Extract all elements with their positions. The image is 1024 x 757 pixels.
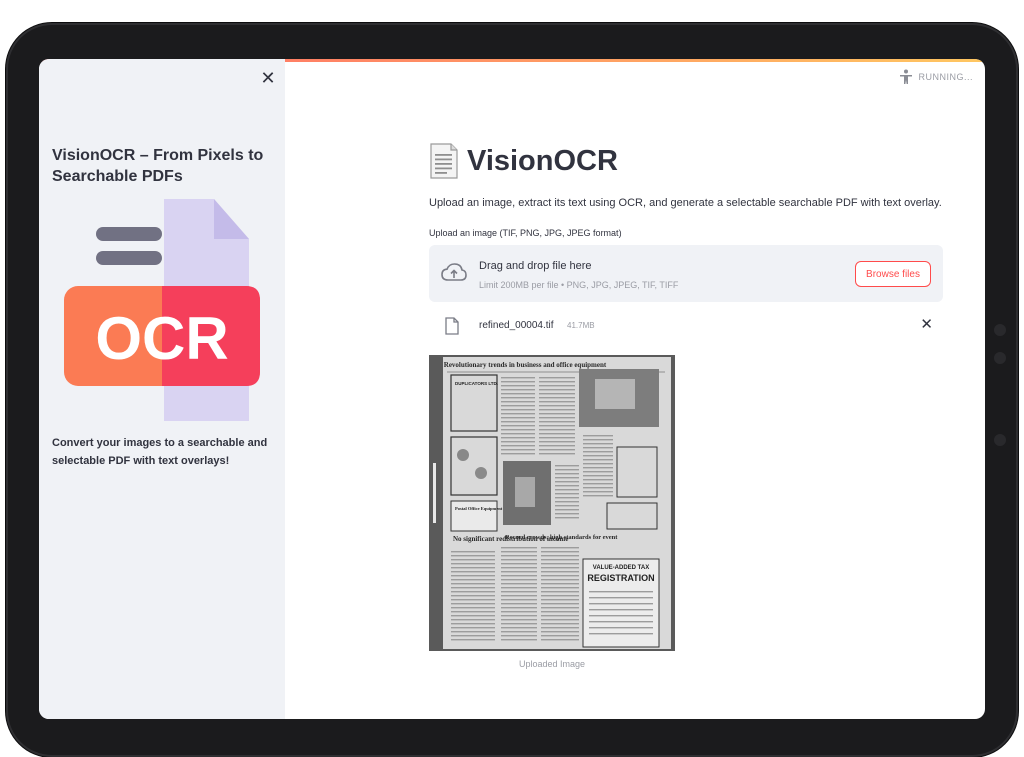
dropzone-limit: Limit 200MB per file • PNG, JPG, JPEG, T… xyxy=(479,280,679,290)
page-title: VisionOCR xyxy=(429,143,618,179)
remove-file-button[interactable]: ✕ xyxy=(920,317,933,332)
sidebar: ✕ VisionOCR – From Pixels to Searchable … xyxy=(39,59,285,719)
cloud-upload-icon xyxy=(441,263,467,281)
file-name: refined_00004.tif xyxy=(479,320,554,331)
sidebar-title: VisionOCR – From Pixels to Searchable PD… xyxy=(52,147,264,185)
main-content: VisionOCR Upload an image, extract its t… xyxy=(429,59,945,719)
newspaper-ad-2: REGISTRATION xyxy=(587,573,654,583)
logo-line-1 xyxy=(96,227,162,241)
upload-label: Upload an image (TIF, PNG, JPG, JPEG for… xyxy=(429,228,622,238)
file-size: 41.7MB xyxy=(567,321,595,330)
ocr-logo: OCR xyxy=(64,199,260,421)
logo-line-2 xyxy=(96,251,162,265)
uploaded-image: Revolutionary trends in business and off… xyxy=(429,355,675,651)
newspaper-headline-1: Revolutionary trends in business and off… xyxy=(444,361,607,369)
newspaper-box-2: Postal Office Equipment xyxy=(455,506,503,511)
newspaper-ad-1: VALUE-ADDED TAX xyxy=(593,565,649,571)
page-title-text: VisionOCR xyxy=(467,144,618,177)
sidebar-close-button[interactable]: ✕ xyxy=(259,69,277,87)
page-subtitle: Upload an image, extract its text using … xyxy=(429,197,942,209)
close-icon[interactable]: ✕ xyxy=(260,68,275,88)
image-caption: Uploaded Image xyxy=(518,659,586,669)
app-screen: ✕ VisionOCR – From Pixels to Searchable … xyxy=(39,59,985,719)
close-icon[interactable]: ✕ xyxy=(920,316,933,333)
file-dropzone[interactable]: Drag and drop file here Limit 200MB per … xyxy=(429,245,943,302)
browse-files-button[interactable]: Browse files xyxy=(855,261,931,287)
camera-dot xyxy=(994,324,1006,336)
logo-page-fold xyxy=(214,199,249,239)
sensor-dot xyxy=(994,352,1006,364)
uploaded-file-row: refined_00004.tif 41.7MB ✕ xyxy=(429,312,943,340)
dropzone-instruction: Drag and drop file here xyxy=(479,260,592,272)
newspaper-headline-3: Record crowds, high standards for event xyxy=(505,534,618,541)
sidebar-description: Convert your images to a searchable and … xyxy=(52,437,268,467)
file-icon xyxy=(445,317,459,335)
newspaper-box-1: DUPLICATORS LTD. xyxy=(455,381,498,386)
sensor-dot xyxy=(994,434,1006,446)
document-icon xyxy=(430,143,458,179)
logo-text: OCR xyxy=(95,305,228,372)
